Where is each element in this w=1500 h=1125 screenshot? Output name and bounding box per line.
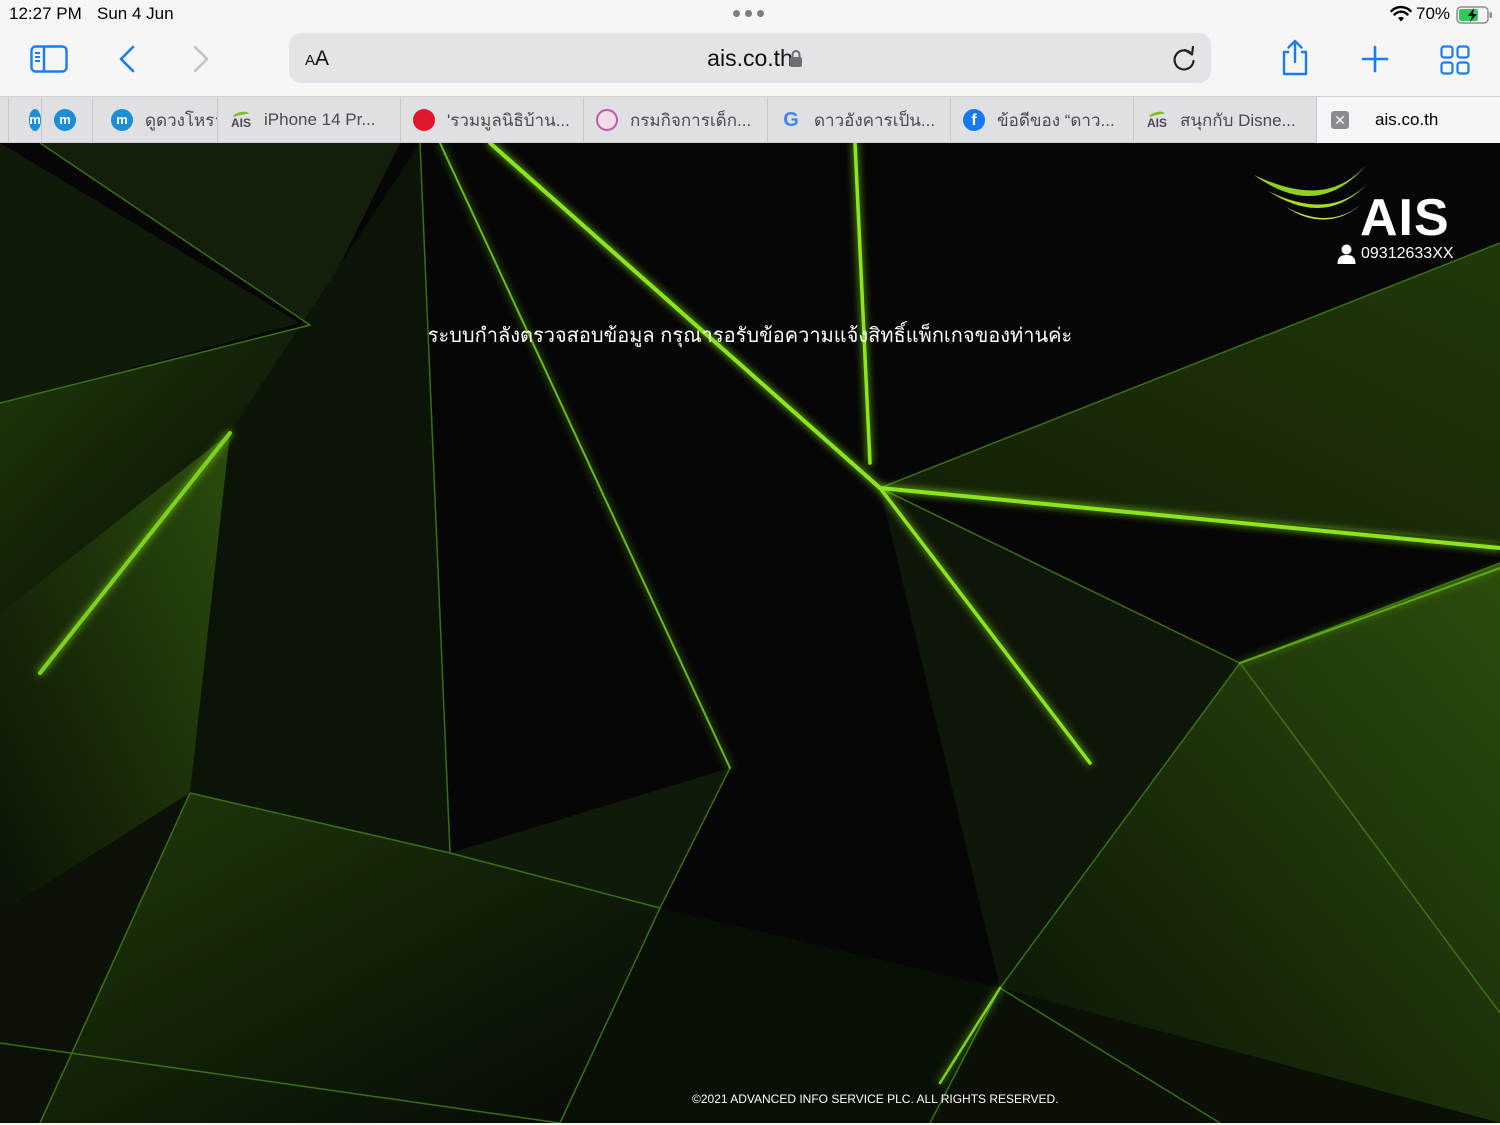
- facebook-icon: f: [963, 109, 985, 131]
- sidebar-icon: [30, 45, 68, 73]
- seal-icon: [596, 109, 618, 131]
- address-bar[interactable]: AA ais.co.th: [289, 33, 1211, 83]
- m-icon: m: [29, 109, 41, 131]
- browser-toolbar: AA ais.co.th: [0, 30, 1500, 96]
- tab-title: iPhone 14 Pr...: [264, 110, 376, 129]
- back-button[interactable]: [112, 42, 142, 76]
- tab-title: ข้อดีของ “ดาว...: [997, 110, 1115, 130]
- tab-5[interactable]: กรมกิจการเด็ก...: [583, 97, 767, 143]
- tab-8[interactable]: AIS สนุกกับ Disne...: [1133, 97, 1316, 143]
- status-message: ระบบกำลังตรวจสอบข้อมูล กรุณารอรับข้อความ…: [427, 325, 1073, 347]
- tab-active[interactable]: ✕ ais.co.th: [1316, 97, 1500, 143]
- multitasking-dots-icon[interactable]: [733, 10, 764, 17]
- phone-number: 09312633XX: [1361, 245, 1454, 262]
- web-page: AIS 09312633XX ระบบกำลังตรวจสอบข้อมูล กร…: [0, 143, 1500, 1123]
- sidebar-button[interactable]: [28, 42, 70, 76]
- new-tab-button[interactable]: [1356, 40, 1394, 78]
- tab-title: 'รวมมูลนิธิบ้าน...: [447, 110, 570, 130]
- tab-1[interactable]: m: [41, 97, 92, 143]
- m-icon: m: [54, 109, 76, 131]
- share-icon: [1282, 39, 1308, 76]
- back-chevron-icon: [119, 45, 135, 73]
- tab-2[interactable]: m ดูดวงโหรา: [92, 97, 217, 143]
- m-icon: m: [111, 109, 133, 131]
- google-icon: G: [783, 108, 799, 131]
- status-time: 12:27 PM: [9, 4, 82, 23]
- red-circle-icon: [413, 109, 435, 131]
- tab-strip: m m m ดูดวงโหรา AIS iPhone 14 Pr... 'รวม…: [0, 96, 1500, 143]
- battery-percent: 70%: [1416, 4, 1451, 23]
- ais-icon: AIS: [1147, 111, 1167, 129]
- ais-brand-text: AIS: [1360, 189, 1450, 247]
- copyright-footer: ©2021 ADVANCED INFO SERVICE PLC. ALL RIG…: [692, 1092, 1059, 1106]
- forward-button[interactable]: [186, 42, 216, 76]
- tab-title: กรมกิจการเด็ก...: [630, 110, 752, 130]
- tab-title: สนุกกับ Disne...: [1180, 110, 1296, 130]
- tab-7[interactable]: f ข้อดีของ “ดาว...: [950, 97, 1133, 143]
- lock-icon: [790, 50, 802, 67]
- tab-0[interactable]: m: [8, 97, 41, 143]
- tab-overview-button[interactable]: [1436, 42, 1474, 78]
- background-graphic: [0, 143, 1500, 1123]
- plus-icon: [1361, 45, 1389, 73]
- reload-icon[interactable]: [1171, 45, 1197, 73]
- user-icon: [1337, 244, 1356, 264]
- battery-charging-icon: [1456, 6, 1492, 24]
- tab-4[interactable]: 'รวมมูลนิธิบ้าน...: [400, 97, 583, 143]
- share-button[interactable]: [1276, 38, 1314, 78]
- tab-6[interactable]: G ดาวอังคารเป็น...: [767, 97, 950, 143]
- status-bar: 12:27 PM Sun 4 Jun 70%: [0, 0, 1500, 30]
- tab-title: ดูดวงโหรา: [145, 110, 217, 130]
- status-date: Sun 4 Jun: [97, 4, 174, 23]
- tab-title: ais.co.th: [1375, 110, 1439, 129]
- ais-icon: AIS: [231, 111, 251, 129]
- close-icon[interactable]: ✕: [1331, 111, 1349, 129]
- tab-3[interactable]: AIS iPhone 14 Pr...: [217, 97, 400, 143]
- url-text[interactable]: ais.co.th: [289, 45, 1211, 72]
- tab-title: ดาวอังคารเป็น...: [814, 110, 936, 130]
- forward-chevron-icon: [193, 45, 209, 73]
- user-info: 09312633XX: [1337, 244, 1454, 264]
- wifi-icon: [1390, 5, 1412, 22]
- tab-grid-icon: [1440, 45, 1470, 75]
